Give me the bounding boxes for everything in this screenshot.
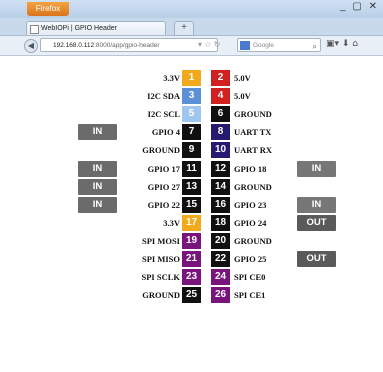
header-row: I2C SCL 5 6 GROUND bbox=[0, 106, 383, 123]
firefox-menu-button[interactable]: Firefox bbox=[27, 2, 69, 16]
pin-number[interactable]: 15 bbox=[182, 196, 201, 213]
google-engine-icon[interactable] bbox=[240, 41, 250, 50]
pin-label: UART TX bbox=[234, 127, 272, 138]
search-input[interactable]: Google ⌕ bbox=[237, 38, 321, 52]
navigation-bar: ◀ 192.168.0.112:8000/app/gpio-header ▾ ☆… bbox=[0, 36, 383, 56]
pin-label: 5.0V bbox=[234, 91, 251, 102]
search-icon[interactable]: ⌕ bbox=[313, 40, 317, 54]
gpio-direction-button[interactable]: IN bbox=[78, 178, 117, 195]
pin-label: GROUND bbox=[234, 181, 272, 192]
header-row: IN GPIO 4 7 8 UART TX bbox=[0, 124, 383, 141]
pin-label: GPIO 17 bbox=[147, 163, 180, 174]
pin-number[interactable]: 25 bbox=[182, 287, 201, 304]
pin-number[interactable]: 16 bbox=[211, 196, 230, 213]
pin-number[interactable]: 6 bbox=[211, 106, 230, 123]
pin-label: GPIO 24 bbox=[234, 217, 267, 228]
toolbar-icons[interactable]: ▣▾ ⬇ ⌂ bbox=[326, 39, 358, 49]
header-row: 3.3V 17 18 GPIO 24 OUT bbox=[0, 214, 383, 232]
url-path: :8000/app/gpio-header bbox=[94, 42, 160, 49]
pin-label: GPIO 4 bbox=[151, 127, 180, 138]
gpio-header-page: 3.3V 1 2 5.0V I2C SDA 3 4 5.0V I2C SCL 5 6 GROUND IN… bbox=[0, 56, 383, 372]
pin-label: GPIO 23 bbox=[234, 199, 267, 210]
reload-icon[interactable]: ▾ ☆ ↻ bbox=[198, 40, 220, 49]
pin-number[interactable]: 4 bbox=[211, 88, 230, 105]
header-row: IN GPIO 27 13 14 GROUND bbox=[0, 178, 383, 196]
page-icon bbox=[30, 25, 39, 34]
url-field[interactable]: 192.168.0.112:8000/app/gpio-header bbox=[40, 38, 218, 52]
pin-number[interactable]: 5 bbox=[182, 106, 201, 123]
pin-label: SPI CE1 bbox=[234, 290, 266, 301]
pin-number[interactable]: 14 bbox=[211, 178, 230, 195]
browser-window: Firefox _ ▢ ✕ WebIOPi | GPIO Header + ◀ … bbox=[0, 0, 383, 372]
pin-number[interactable]: 2 bbox=[211, 70, 230, 86]
back-arrow-icon[interactable]: ◀ bbox=[24, 39, 38, 53]
gpio-direction-button[interactable]: IN bbox=[297, 160, 336, 177]
pin-number[interactable]: 10 bbox=[211, 142, 230, 159]
gpio-direction-button[interactable]: IN bbox=[78, 196, 117, 213]
header-row: SPI MOSI 19 20 GROUND bbox=[0, 232, 383, 250]
pin-number[interactable]: 21 bbox=[182, 251, 201, 267]
pin-number[interactable]: 24 bbox=[211, 269, 230, 286]
gpio-direction-button[interactable]: IN bbox=[78, 160, 117, 177]
pin-label: GROUND bbox=[142, 145, 180, 156]
gpio-direction-button[interactable]: OUT bbox=[297, 251, 336, 267]
pin-label: SPI MOSI bbox=[141, 235, 180, 246]
pin-label: GROUND bbox=[234, 109, 272, 120]
pin-number[interactable]: 22 bbox=[211, 251, 230, 267]
pin-label: SPI CE0 bbox=[234, 272, 266, 283]
tab-bar: WebIOPi | GPIO Header + bbox=[0, 18, 383, 36]
pin-label: GROUND bbox=[142, 290, 180, 301]
pin-number[interactable]: 18 bbox=[211, 214, 230, 231]
new-tab-button[interactable]: + bbox=[174, 21, 194, 36]
pin-number[interactable]: 9 bbox=[182, 142, 201, 159]
pin-number[interactable]: 23 bbox=[182, 269, 201, 286]
pin-label: SPI MISO bbox=[141, 254, 180, 264]
pin-number[interactable]: 11 bbox=[182, 160, 201, 177]
tab-webiopi[interactable]: WebIOPi | GPIO Header bbox=[26, 21, 166, 35]
pin-number[interactable]: 8 bbox=[211, 124, 230, 141]
pin-label: GPIO 18 bbox=[234, 163, 267, 174]
header-row: IN GPIO 22 15 16 GPIO 23 IN bbox=[0, 196, 383, 214]
pin-label: 5.0V bbox=[234, 73, 251, 83]
pin-number[interactable]: 19 bbox=[182, 232, 201, 249]
pin-label: GPIO 27 bbox=[147, 181, 180, 192]
header-row: I2C SDA 3 4 5.0V bbox=[0, 88, 383, 105]
header-row: SPI SCLK 23 24 SPI CE0 bbox=[0, 269, 383, 286]
pin-label: I2C SDA bbox=[147, 91, 180, 102]
pin-label: GPIO 22 bbox=[147, 199, 180, 210]
search-placeholder: Google bbox=[253, 42, 274, 49]
gpio-direction-button[interactable]: OUT bbox=[297, 214, 336, 231]
gpio-direction-button[interactable]: IN bbox=[297, 196, 336, 213]
url-host: 192.168.0.112 bbox=[53, 42, 95, 49]
pin-label: UART RX bbox=[234, 145, 273, 156]
pin-number[interactable]: 1 bbox=[182, 70, 201, 86]
pin-number[interactable]: 12 bbox=[211, 160, 230, 177]
pin-number[interactable]: 3 bbox=[182, 88, 201, 105]
window-controls[interactable]: _ ▢ ✕ bbox=[340, 1, 379, 12]
pin-label: I2C SCL bbox=[147, 109, 180, 120]
pin-label: GPIO 25 bbox=[234, 254, 267, 264]
header-row: SPI MISO 21 22 GPIO 25 OUT bbox=[0, 251, 383, 268]
gpio-direction-button[interactable]: IN bbox=[78, 124, 117, 141]
pin-label: GROUND bbox=[234, 235, 272, 246]
header-row: GROUND 9 10 UART RX bbox=[0, 142, 383, 159]
pin-number[interactable]: 20 bbox=[211, 232, 230, 249]
tab-title: WebIOPi | GPIO Header bbox=[41, 25, 117, 32]
title-bar: Firefox _ ▢ ✕ bbox=[0, 0, 383, 18]
pin-label: SPI SCLK bbox=[141, 272, 181, 283]
pin-number[interactable]: 17 bbox=[182, 214, 201, 231]
pin-number[interactable]: 13 bbox=[182, 178, 201, 195]
header-row: GROUND 25 26 SPI CE1 bbox=[0, 287, 383, 304]
pin-label: 3.3V bbox=[163, 73, 180, 83]
header-row: 3.3V 1 2 5.0V bbox=[0, 70, 383, 87]
pin-number[interactable]: 7 bbox=[182, 124, 201, 141]
header-row: IN GPIO 17 11 12 GPIO 18 IN bbox=[0, 160, 383, 178]
pin-number[interactable]: 26 bbox=[211, 287, 230, 304]
pin-label: 3.3V bbox=[163, 217, 180, 228]
